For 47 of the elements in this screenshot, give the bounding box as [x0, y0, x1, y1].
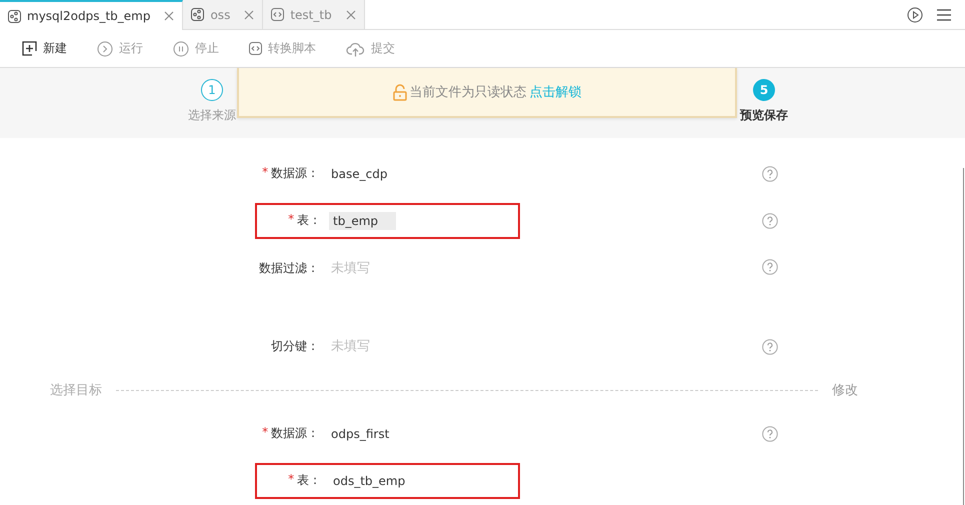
field-label: 表 :: [297, 472, 317, 489]
workflow-icon: [8, 10, 21, 22]
close-icon[interactable]: [164, 11, 174, 21]
menu-icon[interactable]: [937, 8, 951, 20]
step-label: 预览保存: [740, 107, 788, 124]
file-tab[interactable]: mysql2odps_tb_emp: [0, 0, 184, 30]
close-icon[interactable]: [346, 10, 356, 20]
required-asterisk: *: [288, 212, 294, 228]
file-tab[interactable]: oss: [183, 0, 264, 29]
field-label: 数据源 :: [271, 165, 315, 182]
field-value: odps_first: [330, 426, 390, 442]
notice-text: 当前文件为只读状态: [410, 84, 526, 101]
text-input[interactable]: 未填写: [327, 259, 395, 278]
workflow-icon: [191, 8, 204, 21]
help-icon[interactable]: [762, 426, 778, 442]
help-icon[interactable]: [762, 212, 778, 228]
help-icon[interactable]: [762, 259, 778, 275]
help-icon[interactable]: [762, 166, 778, 182]
field-value: base_cdp: [330, 166, 388, 182]
step-number: 5: [753, 79, 775, 101]
required-asterisk: *: [288, 472, 294, 488]
toolbar-button[interactable]: 新建: [22, 40, 67, 57]
step-label: 选择来源: [188, 107, 236, 124]
code-icon: [271, 8, 284, 21]
required-asterisk: *: [262, 425, 268, 441]
required-asterisk: *: [262, 165, 268, 181]
close-icon[interactable]: [244, 10, 254, 20]
text-input[interactable]: 未填写: [327, 337, 395, 356]
section-title: 选择目标: [50, 382, 102, 399]
field-label: 数据过滤 :: [259, 260, 315, 277]
edit-link[interactable]: 修改: [832, 381, 858, 399]
readonly-field[interactable]: tb_emp: [329, 212, 396, 230]
file-tab[interactable]: test_tb: [263, 0, 365, 29]
add-icon: [22, 41, 37, 56]
field-label: 切分键 :: [271, 338, 315, 355]
code-icon: [249, 42, 262, 55]
field-label: 数据源 :: [271, 425, 315, 442]
lock-icon: [392, 84, 406, 100]
play-icon[interactable]: [907, 6, 923, 22]
pause-icon: [173, 40, 189, 56]
play-icon: [97, 40, 113, 56]
field-value: ods_tb_emp: [332, 472, 406, 490]
cloud-upload-icon: [346, 40, 365, 56]
field-label: 表 :: [297, 212, 317, 229]
step-number: 1: [201, 79, 223, 101]
help-icon[interactable]: [762, 338, 778, 354]
unlock-link[interactable]: 点击解锁: [530, 83, 582, 101]
